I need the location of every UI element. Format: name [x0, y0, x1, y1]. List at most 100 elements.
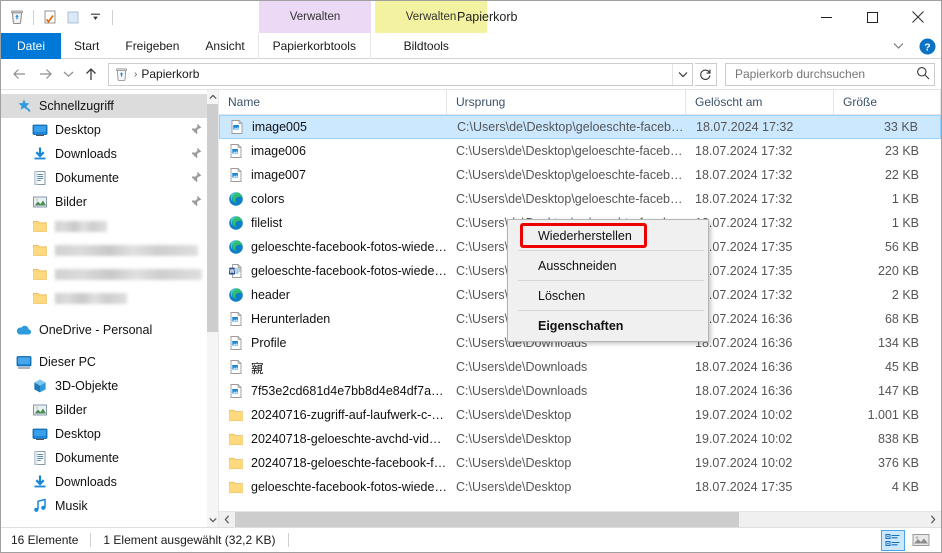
table-row[interactable]: image005 C:\Users\de\Desktop\geloeschte-f…: [219, 115, 941, 139]
breadcrumb-papierkorb[interactable]: Papierkorb: [141, 67, 199, 81]
pin-icon[interactable]: [190, 171, 202, 184]
nav-scroll-thumb[interactable]: [207, 104, 218, 332]
nav-scroll-up-icon[interactable]: [207, 90, 218, 104]
breadcrumb-separator: ›: [134, 68, 138, 80]
svg-text:?: ?: [924, 41, 930, 53]
sidebar-item-bilder[interactable]: Bilder: [1, 190, 218, 214]
pin-icon[interactable]: [190, 195, 202, 208]
context-menu-item-ausschneiden[interactable]: Ausschneiden: [508, 252, 708, 279]
large-icons-view-button[interactable]: [909, 530, 933, 551]
cell-name: image007: [219, 167, 447, 184]
scroll-left-icon[interactable]: [219, 512, 235, 527]
hscroll-thumb[interactable]: [235, 512, 739, 527]
file-name-label: 20240718-geloeschte-avchd-video...: [251, 432, 447, 446]
tab-datei[interactable]: Datei: [1, 33, 62, 59]
table-row[interactable]: image007 C:\Users\de\Desktop\geloeschte-f…: [219, 163, 941, 187]
context-menu-item-l-schen[interactable]: Löschen: [508, 282, 708, 309]
context-menu-item-eigenschaften[interactable]: Eigenschaften: [508, 312, 708, 339]
minimize-button[interactable]: [803, 1, 849, 33]
music-icon: [31, 498, 48, 515]
cell-name: Profile: [219, 335, 447, 352]
maximize-button[interactable]: [849, 1, 895, 33]
up-button[interactable]: [79, 62, 103, 86]
table-row[interactable]: colors C:\Users\de\Desktop\geloeschte-fac…: [219, 187, 941, 211]
contextual-tab-title-recyclebin: Verwalten: [259, 1, 371, 33]
sidebar-item-blurred-8[interactable]: [1, 286, 218, 310]
tab-papierkorbtools[interactable]: Papierkorbtools: [257, 33, 370, 59]
cell-origin: C:\Users\de\Desktop\geloeschte-facebo...: [456, 192, 686, 206]
table-row[interactable]: 20240716-zugriff-auf-laufwerk-c-v... C:\U…: [219, 403, 941, 427]
search-input[interactable]: [733, 66, 916, 82]
address-dropdown-button[interactable]: [672, 63, 692, 85]
sidebar-item-blurred-5[interactable]: [1, 214, 218, 238]
cell-size: 134 KB: [877, 336, 919, 350]
tab-freigeben[interactable]: Freigeben: [112, 33, 192, 59]
recycle-bin-icon[interactable]: [7, 7, 27, 27]
back-button[interactable]: [7, 62, 31, 86]
sidebar-item-onedrive-personal[interactable]: OneDrive - Personal: [1, 318, 218, 342]
tab-start[interactable]: Start: [61, 33, 112, 59]
context-menu[interactable]: Wiederherstellen Ausschneiden Löschen Eigen…: [507, 219, 709, 342]
sidebar-item-desktop[interactable]: Desktop: [1, 118, 218, 142]
sidebar-item-blurred-6[interactable]: [1, 238, 218, 262]
file-name-label: 20240718-geloeschte-facebook-fot...: [251, 456, 447, 470]
table-row[interactable]: 寴 C:\Users\de\Downloads 18.07.2024 16:36 45…: [219, 355, 941, 379]
pin-icon[interactable]: [190, 123, 202, 136]
sidebar-item-desktop[interactable]: Desktop: [1, 422, 218, 446]
sidebar-item-3d-objekte[interactable]: 3D-Objekte: [1, 374, 218, 398]
cell-deleted-date: 19.07.2024 10:02: [695, 456, 793, 470]
refresh-button[interactable]: [695, 62, 717, 86]
edge-html-icon: [227, 239, 244, 256]
table-row[interactable]: 7f53e2cd681d4e7bb8d4e84df7aa1ea9 C:\Users…: [219, 379, 941, 403]
customize-qat-icon[interactable]: [86, 7, 106, 27]
sidebar-item-dieser-pc[interactable]: Dieser PC: [1, 350, 218, 374]
sidebar-item-musik[interactable]: Musik: [1, 494, 218, 518]
cell-size: 45 KB: [884, 360, 919, 374]
recent-locations-button[interactable]: [59, 62, 77, 86]
address-field[interactable]: › Papierkorb: [108, 62, 693, 86]
nav-scroll-down-icon[interactable]: [207, 513, 218, 527]
cell-origin: C:\Users\de\Desktop: [456, 456, 572, 470]
help-icon[interactable]: ?: [917, 36, 937, 56]
file-name-label: geloeschte-facebook-fotos-wieder...: [251, 240, 447, 254]
column-header-name[interactable]: Name: [219, 90, 447, 114]
sidebar-item-label: OneDrive - Personal: [39, 323, 153, 337]
sidebar-item-blurred-7[interactable]: [1, 262, 218, 286]
folder-icon: [227, 455, 244, 472]
column-header-size[interactable]: Größe: [834, 90, 941, 114]
search-icon[interactable]: [916, 66, 930, 83]
context-menu-item-wiederherstellen[interactable]: Wiederherstellen: [508, 222, 708, 249]
table-row[interactable]: 20240718-geloeschte-facebook-fot... C:\Us…: [219, 451, 941, 475]
sidebar-item-label: Musik: [55, 499, 88, 513]
details-view-button[interactable]: [881, 529, 905, 551]
sidebar-item-dokumente[interactable]: Dokumente: [1, 446, 218, 470]
sidebar-item-label-redacted: [55, 244, 198, 256]
close-button[interactable]: [895, 1, 941, 33]
forward-button[interactable]: [33, 62, 57, 86]
pin-icon[interactable]: [190, 147, 202, 160]
table-row[interactable]: image006 C:\Users\de\Desktop\geloeschte-f…: [219, 139, 941, 163]
properties-icon[interactable]: [40, 7, 60, 27]
hscroll-track[interactable]: [235, 512, 925, 527]
table-row[interactable]: geloeschte-facebook-fotos-wieder... C:\Us…: [219, 475, 941, 499]
horizontal-scrollbar[interactable]: [219, 511, 941, 527]
scroll-right-icon[interactable]: [925, 512, 941, 527]
column-header-deleted[interactable]: Gelöscht am: [686, 90, 834, 114]
cell-size: 1 KB: [891, 216, 919, 230]
file-name-label: header: [251, 288, 290, 302]
cell-deleted-date: 19.07.2024 10:02: [695, 408, 793, 422]
search-box[interactable]: [725, 62, 935, 86]
sidebar-item-dokumente[interactable]: Dokumente: [1, 166, 218, 190]
sidebar-item-downloads[interactable]: Downloads: [1, 142, 218, 166]
column-header-origin[interactable]: Ursprung: [447, 90, 686, 114]
sidebar-item-bilder[interactable]: Bilder: [1, 398, 218, 422]
tab-bildtools[interactable]: Bildtools: [369, 33, 482, 59]
sidebar-item-schnellzugriff[interactable]: Schnellzugriff: [1, 94, 218, 118]
chevron-down-icon[interactable]: [887, 35, 909, 57]
recycle-bin-icon: [112, 65, 130, 83]
new-folder-icon[interactable]: [63, 7, 83, 27]
status-bar: 16 Elemente 1 Element ausgewählt (32,2 K…: [1, 527, 941, 552]
table-row[interactable]: 20240718-geloeschte-avchd-video... C:\Use…: [219, 427, 941, 451]
tab-ansicht[interactable]: Ansicht: [192, 33, 257, 59]
sidebar-item-downloads[interactable]: Downloads: [1, 470, 218, 494]
